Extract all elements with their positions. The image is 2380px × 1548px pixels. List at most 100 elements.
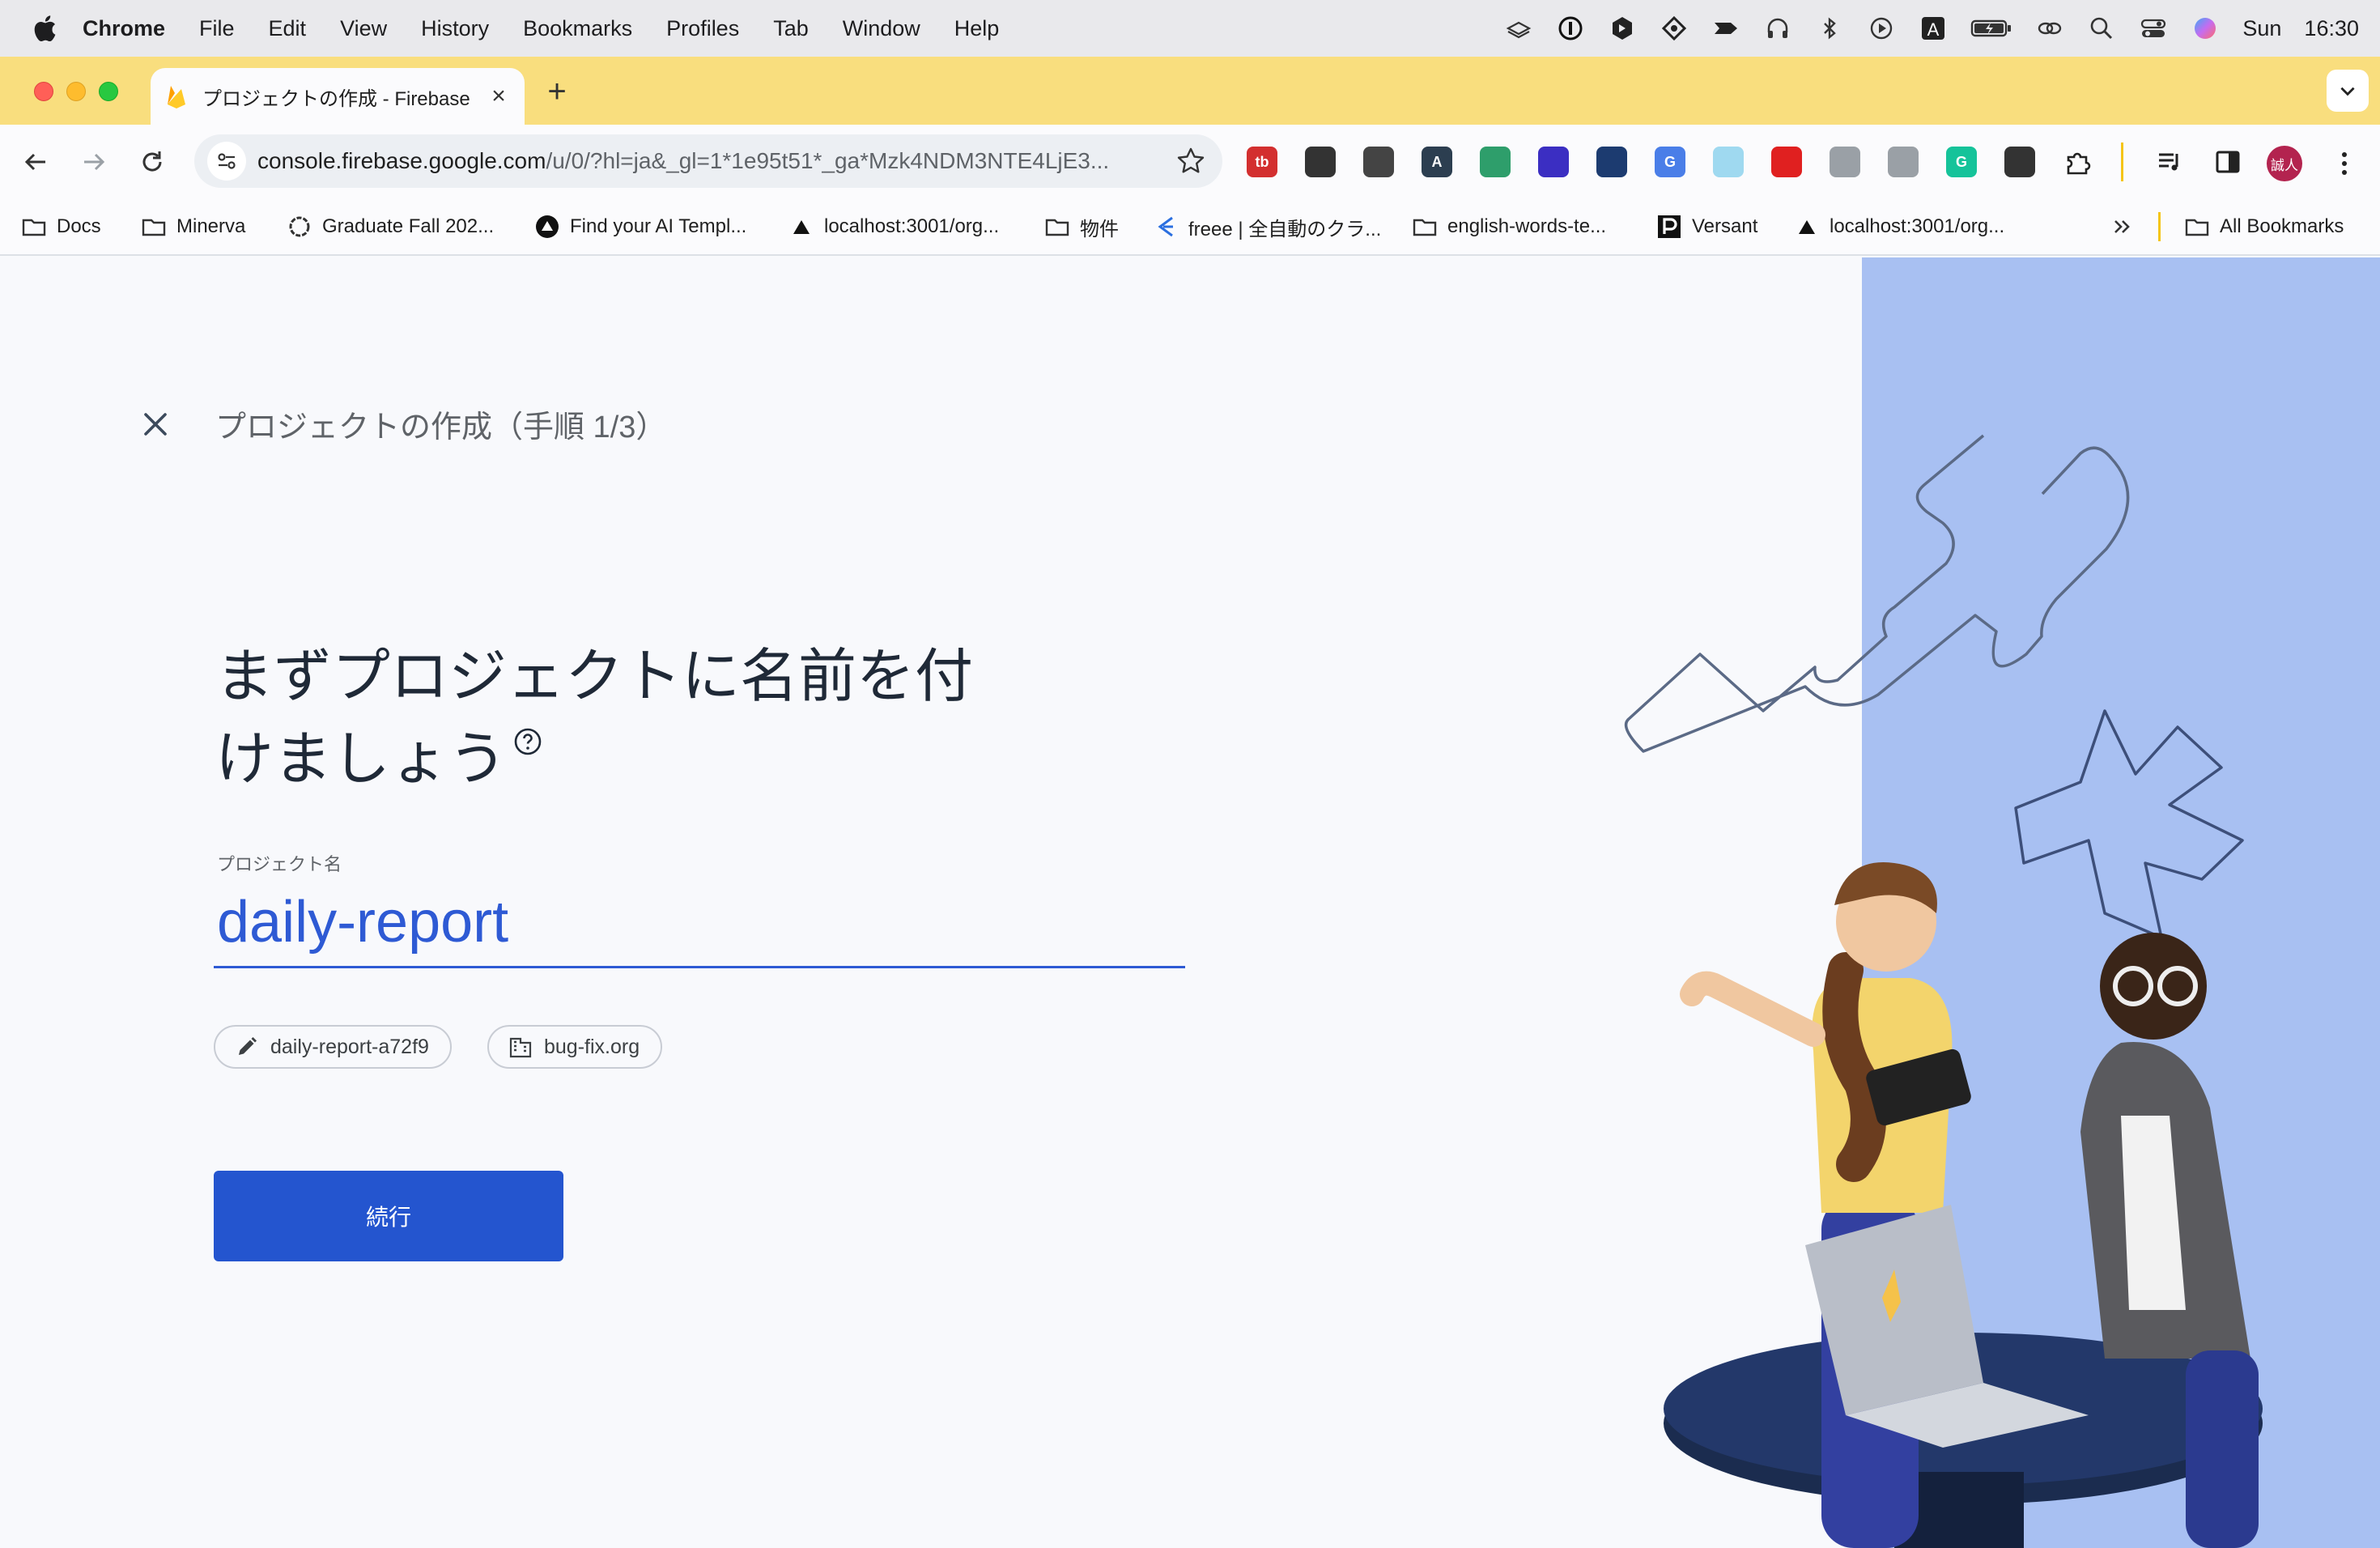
site-info-button[interactable] [207,142,246,181]
reload-button[interactable] [133,142,172,181]
a-extension-icon[interactable]: A [1422,147,1452,177]
continue-button[interactable]: 続行 [214,1171,563,1261]
bookmark-minerva[interactable]: Minerva [141,199,245,254]
youtube-extension-icon[interactable] [1771,147,1802,177]
close-icon[interactable] [136,405,175,444]
tab-search-button[interactable] [2327,70,2369,112]
url-path: /u/0/?hl=ja&_gl=1*1e95t51*_ga*Mzk4NDM3NT… [546,148,1110,173]
bookmark-versant[interactable]: Versant [1656,199,1757,254]
window-minimize-button[interactable] [66,82,86,101]
play-circle-icon[interactable] [1867,14,1896,43]
clock-day[interactable]: Sun [2242,16,2281,41]
bird-app-icon[interactable] [1711,14,1740,43]
password-manager-icon[interactable] [1556,14,1585,43]
link-status-icon[interactable] [2035,14,2064,43]
folder-icon [1412,214,1438,240]
freee-icon [1153,214,1179,240]
extensions-puzzle-icon[interactable] [2063,147,2093,177]
circle-extension-icon[interactable] [1363,147,1394,177]
firebase-favicon-icon [168,86,185,108]
tab-firebase-create-project[interactable]: プロジェクトの作成 - Firebase × [151,68,525,125]
bookmark-label: Minerva [176,215,246,237]
quote-extension-icon[interactable] [1480,147,1511,177]
square-extension-icon[interactable] [1713,147,1744,177]
menu-view[interactable]: View [340,16,387,41]
hex-extension-icon[interactable] [1596,147,1627,177]
swirl-extension-icon[interactable] [2004,147,2035,177]
url-host: console.firebase.google.com [257,148,546,173]
tune-icon [218,153,236,169]
input-source-icon[interactable]: A [1919,14,1948,43]
address-bar[interactable]: console.firebase.google.com/u/0/?hl=ja&_… [194,134,1222,188]
bookmark-all[interactable]: All Bookmarks [2184,199,2344,254]
menu-app-chrome[interactable]: Chrome [83,16,165,41]
bookmark-freee[interactable]: freee | 全自動のクラ... [1153,199,1381,254]
reading-list-button[interactable] [2150,142,2189,181]
grammarly-icon[interactable]: G [1946,147,1977,177]
hexagon-app-icon[interactable] [1608,14,1637,43]
layers-extension-icon[interactable] [1538,147,1569,177]
bookmark-localhost-2[interactable]: localhost:3001/org... [1794,199,2004,254]
battery-icon[interactable] [1970,14,2012,43]
qr-code-icon[interactable] [1305,147,1336,177]
triangle-icon [788,214,814,240]
folder-icon [141,214,167,240]
bookmark-english-words[interactable]: english-words-te... [1412,199,1606,254]
project-id-chip[interactable]: daily-report-a72f9 [214,1025,452,1069]
help-icon[interactable] [513,727,542,756]
url-text[interactable]: console.firebase.google.com/u/0/?hl=ja&_… [257,148,1148,174]
rotate-app-icon[interactable] [1660,14,1689,43]
menu-file[interactable]: File [199,16,235,41]
step-title: プロジェクトの作成（手順 1/3） [215,410,667,444]
headphones-icon[interactable] [1763,14,1792,43]
folder-icon [2184,214,2210,240]
menu-window[interactable]: Window [843,16,920,41]
menu-history[interactable]: History [421,16,489,41]
menu-help[interactable]: Help [954,16,1000,41]
side-panel-icon [2216,151,2240,173]
bookmark-bukken[interactable]: 物件 [1044,199,1119,254]
layers-status-icon[interactable] [1504,14,1533,43]
spotlight-search-icon[interactable] [2087,14,2116,43]
tab-title: プロジェクトの作成 - Firebase [202,87,470,110]
chrome-menu-button[interactable] [2328,146,2361,181]
side-panel-button[interactable] [2208,142,2247,181]
folder-icon [21,214,47,240]
apple-logo-icon[interactable] [32,14,57,43]
window-maximize-button[interactable] [99,82,118,101]
control-center-icon[interactable] [2139,14,2168,43]
firebase-create-project-page: プロジェクトの作成（手順 1/3） まずプロジェクトに名前を付 けましょう プロ… [0,257,2380,1548]
back-button[interactable] [16,142,55,181]
siri-icon[interactable] [2191,14,2220,43]
tab-close-icon[interactable]: × [486,83,512,109]
bluetooth-icon[interactable] [1815,14,1844,43]
organization-chip[interactable]: bug-fix.org [487,1025,663,1069]
bookmark-docs[interactable]: Docs [21,199,101,254]
bookmark-find-ai-template[interactable]: Find your AI Templ... [534,199,746,254]
bookmark-label: english-words-te... [1447,215,1607,237]
clock-time[interactable]: 16:30 [2304,16,2359,41]
organization-text: bug-fix.org [544,1035,640,1058]
menu-tab[interactable]: Tab [773,16,809,41]
robot-extension-icon[interactable] [1888,147,1919,177]
google-translate-icon[interactable]: G [1655,147,1685,177]
profile-avatar[interactable]: 誠人 [2267,146,2302,181]
people-illustration [1624,434,2263,1548]
tb-extension-icon[interactable]: tb [1247,147,1277,177]
project-name-input[interactable] [214,878,1185,968]
menu-bookmarks[interactable]: Bookmarks [523,16,632,41]
bookmark-localhost-1[interactable]: localhost:3001/org... [788,199,999,254]
camera-extension-icon[interactable] [1830,147,1860,177]
bookmark-star-icon[interactable] [1175,146,1206,176]
macos-menu-bar: Chrome File Edit View History Bookmarks … [0,0,2380,57]
forward-button[interactable] [74,142,113,181]
bookmark-label: localhost:3001/org... [824,215,1000,237]
circle-icon [287,214,312,240]
new-tab-button[interactable]: + [541,75,573,108]
menu-edit[interactable]: Edit [269,16,307,41]
bookmarks-overflow-button[interactable] [2110,199,2145,254]
bookmark-graduate-fall[interactable]: Graduate Fall 202... [287,199,494,254]
window-close-button[interactable] [34,82,53,101]
menu-profiles[interactable]: Profiles [666,16,739,41]
heading-line-1: まずプロジェクトに名前を付 [215,642,974,710]
